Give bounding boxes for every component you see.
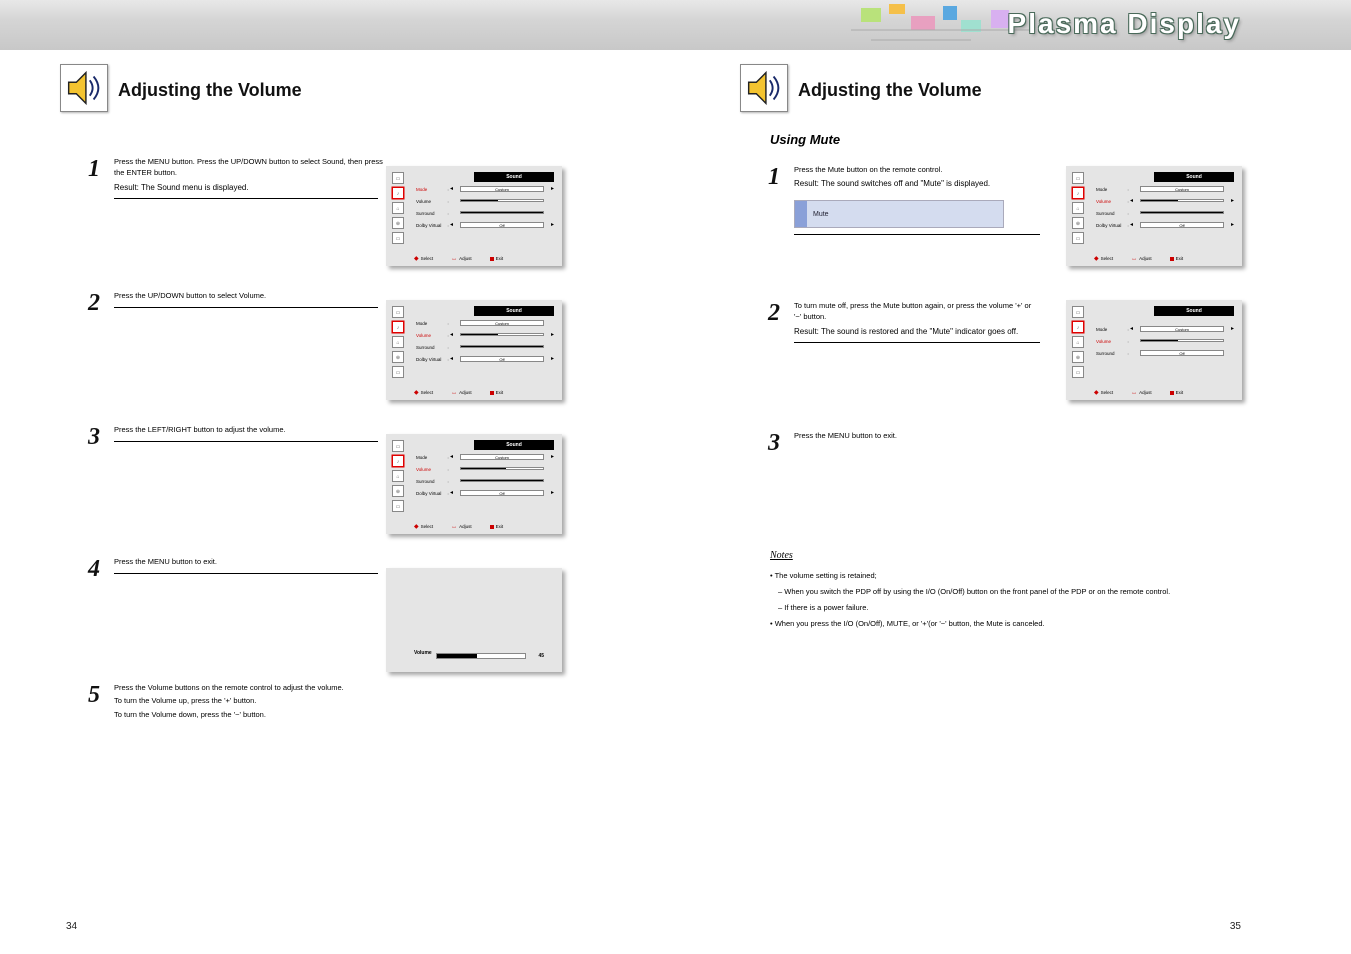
page-number-left: 34 [66,921,77,932]
osd-icon-pc: ▭ [392,232,404,244]
osd-vol-track [436,653,526,659]
left-step-3: 3 Press the LEFT/RIGHT button to adjust … [114,424,394,442]
note-bullet: • The volume setting is retained; [770,570,1230,582]
osd-menu-icons: ▭ ♪ ⌂ ⊕ ▭ [392,172,406,247]
osd-title: Sound [1154,172,1234,182]
osd-sound-r1: Sound ▭♪⌂⊕▭ Mode:Custom Volume:◂▸ Surrou… [1066,166,1242,266]
osd-icon-channel: ⌂ [392,202,404,214]
left-step-4: 4 Press the MENU button to exit. [114,556,394,574]
step-number: 1 [88,156,100,183]
circuit-decor-icon [851,0,1031,50]
osd-sound-r2: Sound ▭♪⌂⊕▭ Mode:◂Custom▸ Volume: Surrou… [1066,300,1242,400]
right-step-2: 2 To turn mute off, press the Mute butto… [794,300,1040,343]
step-number: 1 [768,164,780,191]
step-result: Result: The sound switches off and "Mute… [794,179,1040,188]
osd-sound-1: Sound ▭ ♪ ⌂ ⊕ ▭ Mode:◂Custom▸ Volume: Su… [386,166,562,266]
step-number: 2 [768,300,780,327]
osd-icon-setup: ⊕ [392,217,404,229]
left-step-1: 1 Press the MENU button. Press the UP/DO… [114,156,394,199]
step-text: To turn the Volume down, press the '−' b… [114,709,394,720]
header-title: Plasma Display [1008,8,1241,40]
osd-vol-label: Volume [414,650,432,656]
using-mute-subtitle: Using Mute [770,132,840,147]
step-text: To turn the Volume up, press the '+' but… [114,695,394,706]
osd-title: Sound [474,440,554,450]
osd-sound-2: Sound ▭♪⌂⊕▭ Mode:Custom Volume:◂▸ Surrou… [386,300,562,400]
osd-volume-bar: Volume 45 [386,568,562,672]
step-number: 5 [88,682,100,709]
osd-title: Sound [474,172,554,182]
osd-mode-value: Custom [460,186,544,192]
speaker-icon-left [60,64,108,112]
osd-title: Sound [474,306,554,316]
step-divider [114,198,378,199]
osd-title: Sound [1154,306,1234,316]
notes-label: Notes [770,548,1230,564]
step-result: Result: The Sound menu is displayed. [114,183,394,192]
osd-sound-3: Sound ▭♪⌂⊕▭ Mode:◂Custom▸ Volume: Surrou… [386,434,562,534]
notes-block: Notes • The volume setting is retained; … [770,548,1230,634]
note-sub: – If there is a power failure. [778,602,1230,614]
step-text: Press the MENU button to exit. [794,430,1040,441]
osd-icon-sound: ♪ [392,187,404,199]
step-divider [794,342,1040,343]
page-number-right: 35 [1230,921,1241,932]
step-divider [114,441,378,442]
osd-icon-picture: ▭ [392,172,404,184]
step-text: Press the LEFT/RIGHT button to adjust th… [114,424,394,435]
osd-vol-number: 45 [538,653,544,659]
left-step-2: 2 Press the UP/DOWN button to select Vol… [114,290,394,308]
step-text: Press the MENU button. Press the UP/DOWN… [114,156,394,179]
left-section-title: Adjusting the Volume [118,80,302,101]
speaker-svg-icon [741,65,787,111]
step-number: 3 [88,424,100,451]
step-text: Press the UP/DOWN button to select Volum… [114,290,394,301]
right-step-3: 3 Press the MENU button to exit. [794,430,1040,441]
speaker-svg-icon [61,65,107,111]
osd-row-list: Mode:◂Custom▸ Volume: Surround: Dolby Vi… [416,184,554,232]
step-divider [794,234,1040,235]
left-step-5: 5 Press the Volume buttons on the remote… [114,682,394,720]
document-spread: Adjusting the Volume 1 Press the MENU bu… [0,50,1351,950]
note-bullet: • When you press the I/O (On/Off), MUTE,… [770,618,1230,630]
step-text: Press the Mute button on the remote cont… [794,164,1040,175]
speaker-icon-right [740,64,788,112]
step-text: Press the MENU button to exit. [114,556,394,567]
step-number: 3 [768,430,780,457]
step-divider [114,573,378,574]
right-section-title: Adjusting the Volume [798,80,982,101]
osd-footer: ◆Select ↔Adjust Exit [414,255,554,262]
note-sub: – When you switch the PDP off by using t… [778,586,1230,598]
step-number: 2 [88,290,100,317]
right-step-1: 1 Press the Mute button on the remote co… [794,164,1040,235]
step-number: 4 [88,556,100,583]
step-text: Press the Volume buttons on the remote c… [114,682,394,693]
header-decor [851,0,1031,50]
step-result: Result: The sound is restored and the "M… [794,327,1040,336]
step-divider [114,307,378,308]
step-text: To turn mute off, press the Mute button … [794,300,1040,323]
mute-callout-text: Mute [813,211,829,218]
mute-callout: Mute [794,200,1004,228]
page-header: Plasma Display [0,0,1351,50]
